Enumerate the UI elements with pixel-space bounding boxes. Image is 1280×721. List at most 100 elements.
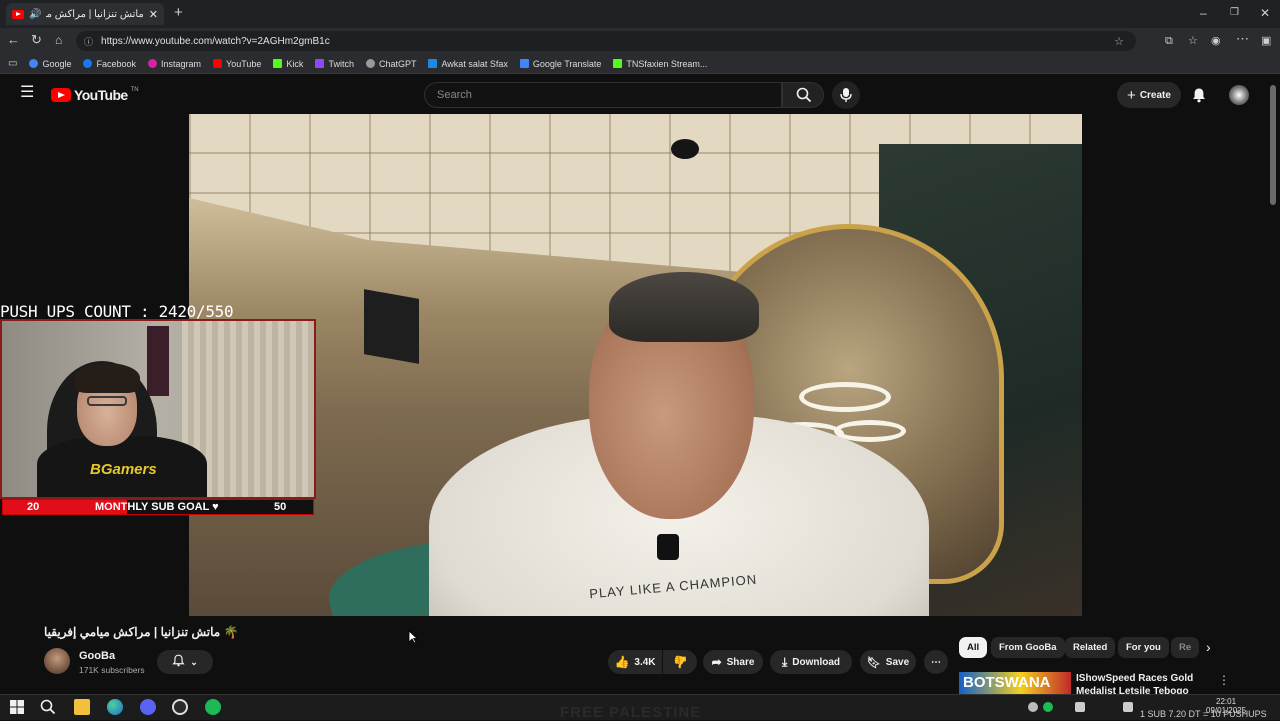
back-icon[interactable]: ← <box>7 33 20 47</box>
webcam-jersey <box>147 326 169 396</box>
taskbar-search-icon[interactable] <box>40 699 56 715</box>
search-icon <box>796 87 812 103</box>
bookmark-instagram[interactable]: Instagram <box>148 59 201 69</box>
bookmark-tnsfaxien[interactable]: TNSfaxien Stream... <box>613 59 707 69</box>
profile-icon[interactable]: ◉ <box>1211 34 1221 48</box>
channel-avatar[interactable] <box>44 648 70 674</box>
tab-close-icon[interactable]: ✕ <box>149 8 158 21</box>
spotify-icon[interactable] <box>205 699 221 715</box>
more-horizontal-icon: ⋯ <box>931 656 941 668</box>
sub-goal-target: 50 <box>274 501 287 513</box>
browser-tab[interactable]: 🔊 ماتش تنزانيا | مراكش ميامي إفر ✕ <box>6 3 164 25</box>
video-title: 🌴 ماتش تنزانيا | مراكش ميامي إفريقيا <box>44 625 239 639</box>
page-scrollbar[interactable] <box>1270 85 1276 205</box>
facebook-icon <box>83 59 93 68</box>
file-explorer-icon[interactable] <box>74 699 90 715</box>
clock-time: 22:01 <box>1216 697 1237 706</box>
video-player[interactable]: PLAY LIKE A CHAMPION <box>189 114 1082 616</box>
minimize-icon[interactable]: – <box>1200 6 1207 20</box>
maximize-icon[interactable]: ❐ <box>1230 6 1239 20</box>
tray-app-icon[interactable] <box>1028 702 1038 712</box>
obs-icon[interactable] <box>172 699 188 715</box>
thumbs-down-icon: 👍 <box>672 655 688 669</box>
reload-icon[interactable]: ↻ <box>31 33 42 47</box>
channel-name[interactable]: GooBa <box>79 650 115 662</box>
more-actions-button[interactable]: ⋯ <box>924 650 948 674</box>
address-row: ← ↻ ⌂ ⓘ https://www.youtube.com/watch?v=… <box>0 28 1280 54</box>
tray-volume-icon[interactable] <box>1123 702 1133 712</box>
sidebar-icon[interactable]: ▣ <box>1261 34 1271 48</box>
save-label: Save <box>885 656 910 668</box>
twitch-icon <box>315 59 325 68</box>
discord-icon[interactable] <box>140 699 156 715</box>
bookmark-kick[interactable]: Kick <box>273 59 303 69</box>
share-button[interactable]: ➦ Share <box>703 650 763 674</box>
new-tab-icon[interactable]: + <box>174 5 183 20</box>
window-close-icon[interactable]: ✕ <box>1260 6 1270 20</box>
webcam-person-hair <box>74 363 140 393</box>
bookmark-youtube[interactable]: YouTube <box>213 59 261 69</box>
webcam-glasses <box>87 396 127 406</box>
site-info-icon[interactable]: ⓘ <box>84 35 93 48</box>
extensions-icon[interactable]: ⧉ <box>1165 34 1173 48</box>
youtube-icon <box>213 59 223 68</box>
search-input[interactable]: Search <box>424 82 782 108</box>
download-label: Download <box>792 656 841 668</box>
bell-icon <box>172 654 185 670</box>
bookmark-google-translate[interactable]: Google Translate <box>519 59 601 69</box>
like-count: 3.4K <box>634 656 656 668</box>
chip-recently-uploaded[interactable]: Re <box>1171 637 1199 658</box>
awkat-salat-icon <box>428 59 438 68</box>
video-frame-lamp <box>671 139 699 159</box>
menu-icon[interactable]: ☰ <box>20 85 34 101</box>
youtube-country-code: TN <box>130 87 139 93</box>
chip-for-you[interactable]: For you <box>1118 637 1169 658</box>
collections-icon[interactable]: ▭ <box>8 57 17 71</box>
notifications-bell-icon[interactable] <box>1191 87 1207 103</box>
like-button[interactable]: 👍 3.4K <box>608 650 662 674</box>
translate-icon <box>519 59 529 68</box>
dislike-button[interactable]: 👍 <box>663 650 697 674</box>
search-button[interactable] <box>782 82 824 108</box>
instagram-icon <box>148 59 158 68</box>
download-button[interactable]: ⤓ Download <box>770 650 852 674</box>
tnsfaxien-icon <box>613 59 623 68</box>
create-label: Create <box>1139 89 1171 101</box>
favorite-star-icon[interactable]: ☆ <box>1114 35 1124 48</box>
voice-search-button[interactable] <box>832 81 860 109</box>
chevron-down-icon: ⌄ <box>190 656 198 667</box>
bookmarks-bar: ▭ Google Facebook Instagram YouTube Kick… <box>0 54 1280 74</box>
video-frame-lapel-mic <box>657 534 679 560</box>
bookmark-google[interactable]: Google <box>29 59 71 69</box>
settings-more-icon[interactable]: ⋯ <box>1236 32 1249 46</box>
free-palestine-watermark: FREE PALESTINE <box>560 704 702 721</box>
subscribe-notifications-button[interactable]: ⌄ <box>157 650 213 674</box>
favorites-icon[interactable]: ☆ <box>1188 34 1198 48</box>
recommendation-more-icon[interactable]: ⋮ <box>1218 673 1230 687</box>
chip-all[interactable]: All <box>959 637 988 658</box>
tray-spotify-icon[interactable] <box>1043 702 1053 712</box>
home-icon[interactable]: ⌂ <box>55 33 62 47</box>
stream-ticker-text: 1 SUB 7.20 DT = 10 PUSHUPS <box>1140 709 1267 719</box>
chip-related[interactable]: Related <box>1065 637 1116 658</box>
edge-browser-icon[interactable] <box>107 699 123 715</box>
tray-wifi-icon[interactable] <box>1075 702 1085 712</box>
video-frame-person-hair <box>609 272 759 342</box>
browser-tab-bar: 🔊 ماتش تنزانيا | مراكش ميامي إفر ✕ + – ❐… <box>0 0 1280 28</box>
account-avatar-icon[interactable] <box>1229 85 1249 105</box>
bookmark-chatgpt[interactable]: ChatGPT <box>365 59 416 69</box>
windows-start-icon[interactable] <box>9 699 25 715</box>
bookmark-awkat-salat[interactable]: Awkat salat Sfax <box>428 59 508 69</box>
sub-goal-label: MONTHLY SUB GOAL ♥ <box>95 501 219 513</box>
speaker-icon[interactable]: 🔊 <box>29 9 41 20</box>
recommendation-thumbnail[interactable]: BOTSWANA <box>959 672 1071 694</box>
create-button[interactable]: + Create <box>1117 82 1181 108</box>
bookmark-twitch[interactable]: Twitch <box>315 59 354 69</box>
sub-goal-current: 20 <box>27 501 40 513</box>
chevron-right-icon[interactable]: › <box>1206 640 1211 654</box>
bookmark-facebook[interactable]: Facebook <box>83 59 136 69</box>
save-button[interactable]: 🔖︎ Save <box>860 650 916 674</box>
youtube-logo[interactable]: YouTube TN <box>51 87 139 103</box>
chip-from-channel[interactable]: From GooBa <box>991 637 1065 658</box>
address-bar[interactable]: ⓘ https://www.youtube.com/watch?v=2AGHm2… <box>76 31 1136 51</box>
